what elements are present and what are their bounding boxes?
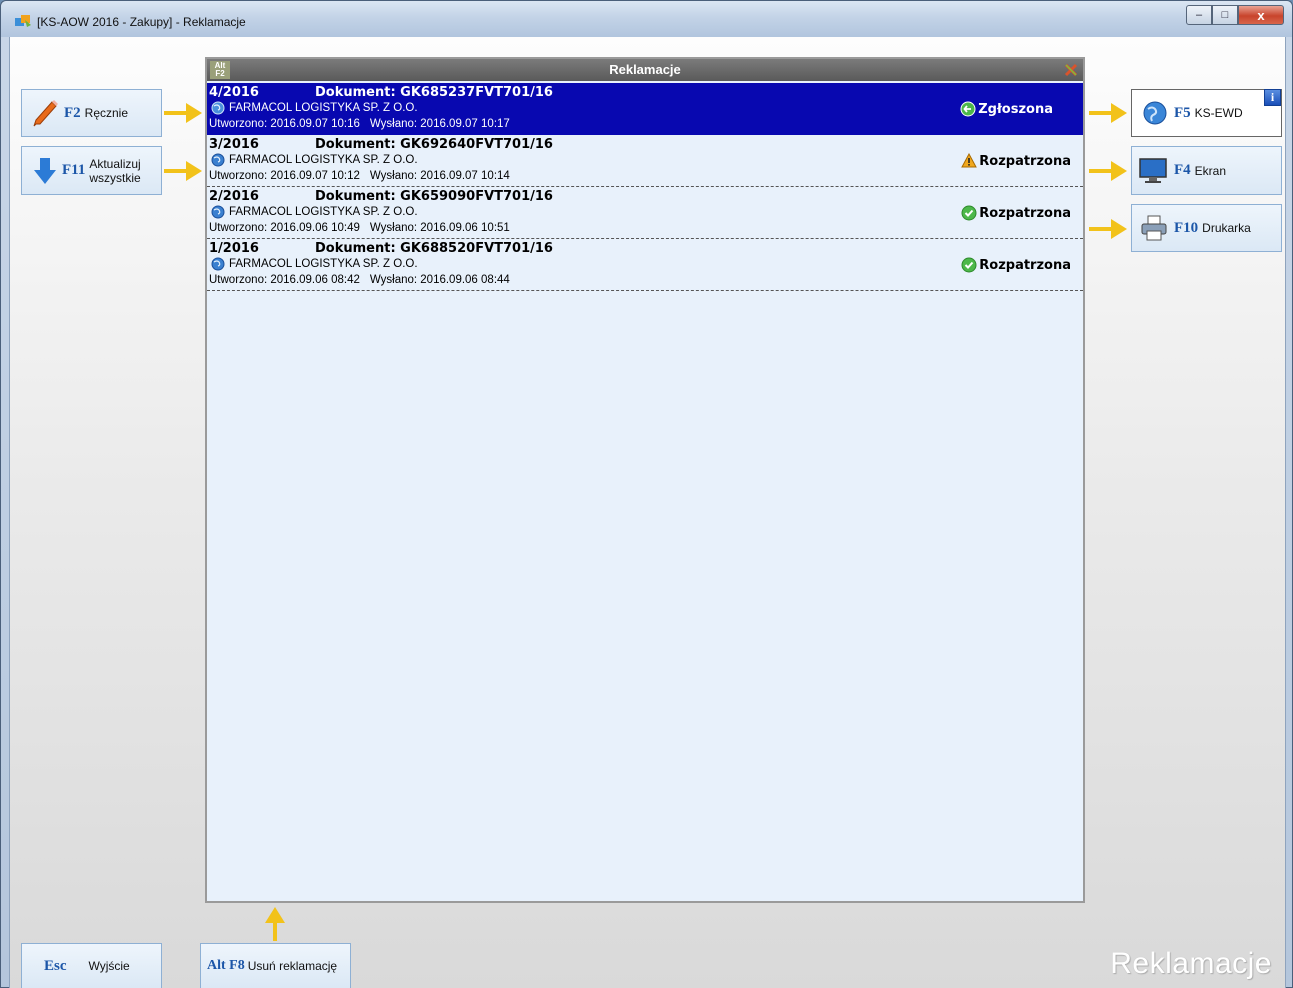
status-text: Rozpatrzona (979, 153, 1071, 169)
maximize-button[interactable]: □ (1212, 5, 1238, 25)
window-title: [KS-AOW 2016 - Zakupy] - Reklamacje (37, 15, 246, 29)
warning-icon (961, 153, 978, 168)
printer-label: Drukarka (1202, 221, 1251, 235)
complaint-number: 1/2016 (209, 241, 259, 256)
printer-key: F10 (1174, 219, 1199, 236)
panel-title: Reklamacje (609, 62, 681, 77)
arrow-right-icon (1089, 161, 1127, 181)
app-window: [KS-AOW 2016 - Zakupy] - Reklamacje – □ … (0, 0, 1293, 988)
alt-f2-bottom: F2 (215, 69, 225, 78)
update-all-label: Aktualizuj wszystkie (89, 157, 140, 185)
panel-close-icon[interactable] (1063, 62, 1079, 78)
screen-watermark: Reklamacje (1110, 947, 1272, 980)
printer-button[interactable]: F10 Drukarka (1131, 204, 1282, 252)
globe-icon (1143, 101, 1167, 125)
arrow-right-icon (164, 103, 202, 123)
monitor-icon (1139, 157, 1167, 183)
app-icon (15, 15, 31, 27)
complaint-number: 4/2016 (209, 85, 259, 100)
complaints-list: 4/2016 Dokument: GK685237FVT701/16 FARMA… (207, 83, 1083, 291)
arrow-down-icon (34, 157, 56, 184)
arrow-right-icon (164, 161, 202, 181)
close-button[interactable]: x (1238, 5, 1284, 25)
company-name: FARMACOL LOGISTYKA SP. Z O.O. (229, 102, 418, 114)
arrow-right-icon (1089, 219, 1127, 239)
document-number: Dokument: GK692640FVT701/16 (315, 137, 553, 152)
screen-label: Ekran (1194, 163, 1227, 178)
company-line: FARMACOL LOGISTYKA SP. Z O.O. (211, 101, 418, 115)
status-text: Rozpatrzona (979, 257, 1071, 273)
created-date: Utworzono: 2016.09.07 10:12 (209, 170, 360, 182)
globe-icon (211, 205, 225, 219)
sent-date: Wysłano: 2016.09.07 10:14 (369, 170, 510, 182)
globe-icon (211, 153, 225, 167)
delete-complaint-key: Alt F8 (207, 958, 245, 973)
manual-button[interactable]: F2 Ręcznie (21, 89, 162, 137)
complaint-number: 2/2016 (209, 189, 259, 204)
document-number: Dokument: GK688520FVT701/16 (315, 241, 553, 256)
list-item[interactable]: 2/2016 Dokument: GK659090FVT701/16 FARMA… (207, 187, 1083, 239)
manual-label: Ręcznie (84, 106, 129, 120)
update-all-label-line1: Aktualizuj (89, 156, 141, 171)
sent-date: Wysłano: 2016.09.06 10:51 (369, 222, 510, 234)
created-date: Utworzono: 2016.09.06 08:42 (209, 274, 360, 286)
ks-ewd-key: F5 (1174, 104, 1191, 121)
status-text: Zgłoszona (978, 101, 1053, 117)
screen-button[interactable]: F4 Ekran (1131, 146, 1282, 195)
exit-key: Esc (44, 957, 67, 974)
dates-line: Utworzono: 2016.09.06 10:49 Wysłano: 2016… (209, 222, 510, 234)
arrow-up-icon (265, 907, 285, 941)
pencil-icon (33, 100, 58, 127)
document-number: Dokument: GK659090FVT701/16 (315, 189, 553, 204)
exit-label: Wyjście (88, 959, 130, 973)
company-line: FARMACOL LOGISTYKA SP. Z O.O. (211, 153, 418, 167)
list-item[interactable]: 4/2016 Dokument: GK685237FVT701/16 FARMA… (207, 83, 1083, 135)
dates-line: Utworzono: 2016.09.06 08:42 Wysłano: 2016… (209, 274, 510, 286)
status-badge: Rozpatrzona (961, 205, 1071, 221)
ks-ewd-label: KS-EWD (1194, 106, 1243, 120)
update-all-button[interactable]: F11 Aktualizuj wszystkie (21, 146, 162, 195)
globe-icon (211, 257, 225, 271)
company-line: FARMACOL LOGISTYKA SP. Z O.O. (211, 205, 418, 219)
info-icon[interactable]: i (1264, 89, 1281, 106)
panel-header: Alt F2 Reklamacje (207, 59, 1083, 81)
company-name: FARMACOL LOGISTYKA SP. Z O.O. (229, 206, 418, 218)
created-date: Utworzono: 2016.09.06 10:49 (209, 222, 360, 234)
alt-f2-shortcut[interactable]: Alt F2 (210, 61, 230, 79)
list-item[interactable]: 1/2016 Dokument: GK688520FVT701/16 FARMA… (207, 239, 1083, 291)
printer-icon (1141, 215, 1167, 241)
dates-line: Utworzono: 2016.09.07 10:16 Wysłano: 2016… (209, 118, 510, 130)
update-all-key: F11 (62, 162, 86, 178)
delete-complaint-label: Usuń reklamację (247, 959, 338, 973)
document-number: Dokument: GK685237FVT701/16 (315, 85, 553, 100)
check-circle-icon (961, 205, 977, 221)
arrow-right-icon (1089, 103, 1127, 123)
company-line: FARMACOL LOGISTYKA SP. Z O.O. (211, 257, 418, 271)
company-name: FARMACOL LOGISTYKA SP. Z O.O. (229, 154, 418, 166)
minimize-button[interactable]: – (1186, 5, 1212, 25)
screen-key: F4 (1174, 162, 1191, 178)
status-text: Rozpatrzona (979, 205, 1071, 221)
exit-button[interactable]: Esc Wyjście (21, 943, 162, 988)
dates-line: Utworzono: 2016.09.07 10:12 Wysłano: 2016… (209, 170, 510, 182)
title-bar[interactable]: [KS-AOW 2016 - Zakupy] - Reklamacje – □ … (1, 1, 1292, 37)
sent-date: Wysłano: 2016.09.06 08:44 (369, 274, 510, 286)
status-badge: Rozpatrzona (961, 153, 1071, 169)
globe-icon (211, 101, 225, 115)
status-badge: Zgłoszona (960, 101, 1053, 117)
ks-ewd-button[interactable]: F5 KS-EWD (1131, 89, 1282, 137)
sent-date: Wysłano: 2016.09.07 10:17 (369, 118, 510, 130)
arrow-left-circle-icon (960, 101, 976, 117)
complaint-number: 3/2016 (209, 137, 259, 152)
list-item[interactable]: 3/2016 Dokument: GK692640FVT701/16 FARMA… (207, 135, 1083, 187)
complaints-panel: Alt F2 Reklamacje 4/2016 Dokument: GK685… (205, 57, 1085, 903)
company-name: FARMACOL LOGISTYKA SP. Z O.O. (229, 258, 418, 270)
created-date: Utworzono: 2016.09.07 10:16 (209, 118, 360, 130)
check-circle-icon (961, 257, 977, 273)
status-badge: Rozpatrzona (961, 257, 1071, 273)
manual-key: F2 (64, 104, 81, 121)
update-all-label-line2: wszystkie (89, 170, 141, 185)
delete-complaint-button[interactable]: Alt F8 Usuń reklamację (200, 943, 351, 988)
